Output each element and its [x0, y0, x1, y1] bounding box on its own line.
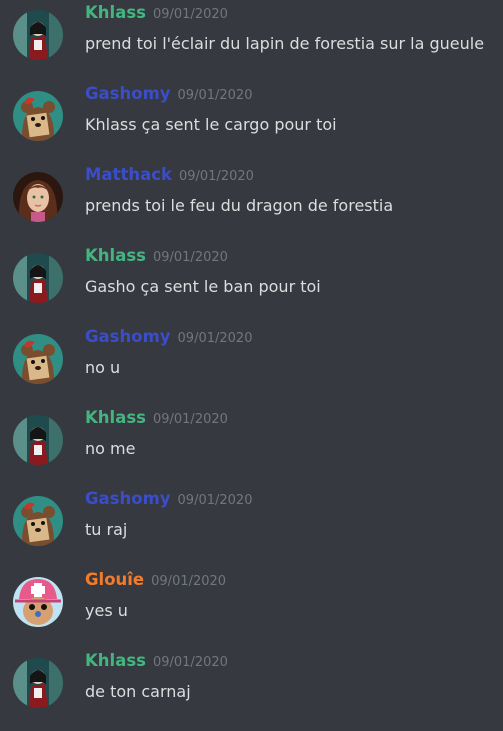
message-header: Khlass 09/01/2020	[85, 245, 228, 269]
username[interactable]: Khlass	[85, 651, 146, 670]
message-content: no me	[85, 439, 136, 458]
message-content: de ton carnaj	[85, 682, 191, 701]
username[interactable]: Khlass	[85, 3, 146, 22]
message-header: Khlass 09/01/2020	[85, 407, 228, 431]
message-item: Khlass 09/01/2020 Gasho ça sent le ban po…	[0, 243, 503, 313]
chat-messages: Khlass 09/01/2020 prend toi l'éclair du l…	[0, 0, 503, 731]
timestamp: 09/01/2020	[151, 574, 227, 589]
gashomy-avatar[interactable]	[13, 496, 63, 546]
username[interactable]: Glouîe	[85, 570, 144, 589]
glouie-avatar[interactable]	[13, 577, 63, 627]
message-item: Gashomy 09/01/2020 tu raj	[0, 486, 503, 556]
username[interactable]: Khlass	[85, 408, 146, 427]
message-item: Khlass 09/01/2020 no me	[0, 405, 503, 475]
gashomy-avatar[interactable]	[13, 334, 63, 384]
message-header: Glouîe 09/01/2020	[85, 569, 226, 593]
khlass-avatar[interactable]	[13, 253, 63, 303]
username[interactable]: Gashomy	[85, 489, 171, 508]
message-content: no u	[85, 358, 121, 377]
timestamp: 09/01/2020	[177, 88, 253, 103]
message-item: Khlass 09/01/2020 de ton carnaj	[0, 648, 503, 718]
username[interactable]: Matthack	[85, 165, 172, 184]
message-item: Matthack 09/01/2020 prends toi le feu du …	[0, 162, 503, 232]
timestamp: 09/01/2020	[152, 250, 228, 265]
username[interactable]: Gashomy	[85, 327, 171, 346]
message-header: Gashomy 09/01/2020	[85, 83, 252, 107]
timestamp: 09/01/2020	[177, 493, 253, 508]
timestamp: 09/01/2020	[152, 7, 228, 22]
message-content: prends toi le feu du dragon de forestia	[85, 196, 394, 215]
message-content: yes u	[85, 601, 128, 620]
matthack-avatar[interactable]	[13, 172, 63, 222]
message-item: Glouîe 09/01/2020 yes u	[0, 567, 503, 637]
username[interactable]: Gashomy	[85, 84, 171, 103]
message-content: tu raj	[85, 520, 128, 539]
message-header: Matthack 09/01/2020	[85, 164, 254, 188]
message-item: Gashomy 09/01/2020 no u	[0, 324, 503, 394]
message-header: Khlass 09/01/2020	[85, 2, 228, 26]
username[interactable]: Khlass	[85, 246, 146, 265]
khlass-avatar[interactable]	[13, 658, 63, 708]
khlass-avatar[interactable]	[13, 10, 63, 60]
message-item: Gashomy 09/01/2020 Khlass ça sent le carg…	[0, 81, 503, 151]
timestamp: 09/01/2020	[152, 412, 228, 427]
message-header: Khlass 09/01/2020	[85, 650, 228, 674]
timestamp: 09/01/2020	[152, 655, 228, 670]
message-header: Gashomy 09/01/2020	[85, 488, 252, 512]
timestamp: 09/01/2020	[177, 331, 253, 346]
message-header: Gashomy 09/01/2020	[85, 326, 252, 350]
message-content: prend toi l'éclair du lapin de forestia …	[85, 34, 485, 53]
timestamp: 09/01/2020	[178, 169, 254, 184]
message-content: Khlass ça sent le cargo pour toi	[85, 115, 337, 134]
khlass-avatar[interactable]	[13, 415, 63, 465]
message-item: Khlass 09/01/2020 prend toi l'éclair du l…	[0, 0, 503, 70]
gashomy-avatar[interactable]	[13, 91, 63, 141]
message-content: Gasho ça sent le ban pour toi	[85, 277, 321, 296]
